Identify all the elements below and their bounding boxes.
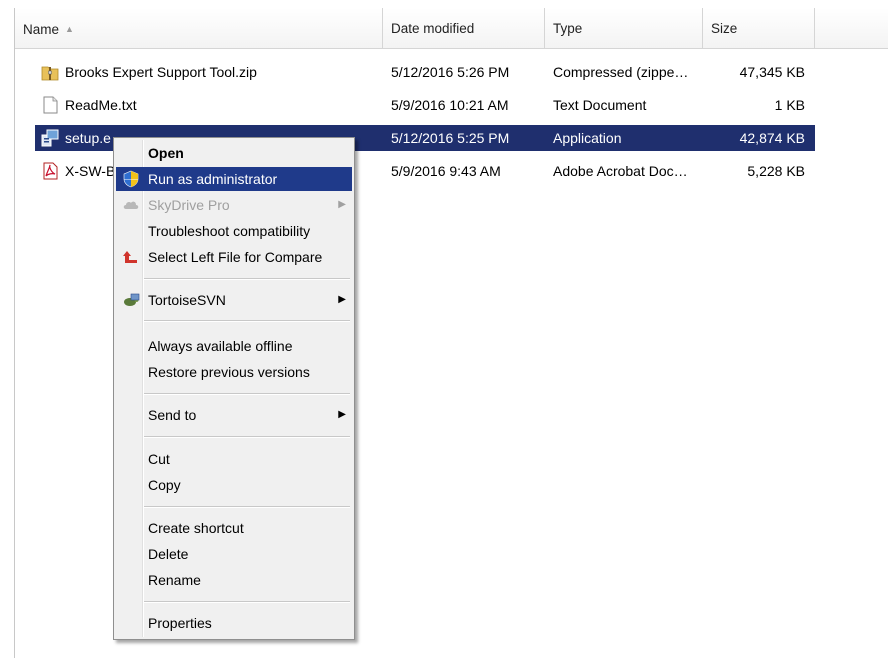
column-header-date[interactable]: Date modified bbox=[383, 8, 545, 48]
menu-item-properties[interactable]: Properties bbox=[116, 611, 352, 635]
context-menu: Open Run as administrator SkyDrive Pro ▶… bbox=[113, 137, 355, 640]
menu-item-troubleshoot-label: Troubleshoot compatibility bbox=[148, 223, 311, 239]
file-name: setup.e bbox=[65, 130, 111, 146]
menu-item-always-available-offline[interactable]: Always available offline bbox=[116, 334, 352, 358]
submenu-arrow-icon: ▶ bbox=[338, 199, 346, 210]
menu-item-cut-label: Cut bbox=[148, 451, 170, 467]
file-name: ReadMe.txt bbox=[65, 97, 137, 113]
file-type: Compressed (zippe… bbox=[553, 64, 689, 80]
menu-separator bbox=[144, 601, 350, 603]
menu-separator bbox=[144, 436, 350, 438]
menu-item-send-to-label: Send to bbox=[148, 407, 197, 423]
compare-arrow-icon bbox=[123, 251, 137, 263]
menu-item-send-to[interactable]: Send to ▶ bbox=[116, 403, 352, 427]
pdf-file-icon bbox=[43, 162, 58, 180]
file-name: Brooks Expert Support Tool.zip bbox=[65, 64, 257, 80]
file-size: 47,345 KB bbox=[739, 64, 805, 80]
file-type: Text Document bbox=[553, 97, 647, 113]
file-date: 5/9/2016 10:21 AM bbox=[391, 97, 509, 113]
file-size: 5,228 KB bbox=[747, 163, 805, 179]
zip-folder-icon bbox=[41, 66, 59, 81]
file-size: 1 KB bbox=[774, 97, 805, 113]
menu-item-copy-label: Copy bbox=[148, 477, 181, 493]
sort-ascending-icon: ▲ bbox=[65, 24, 74, 34]
menu-item-restore-label: Restore previous versions bbox=[148, 364, 310, 380]
column-header-date-label: Date modified bbox=[391, 21, 475, 36]
menu-item-select-left-file[interactable]: Select Left File for Compare bbox=[116, 245, 352, 269]
tortoisesvn-icon bbox=[124, 293, 140, 306]
menu-item-tortoisesvn[interactable]: TortoiseSVN ▶ bbox=[116, 288, 352, 312]
menu-separator bbox=[144, 393, 350, 395]
file-row[interactable]: Brooks Expert Support Tool.zip 5/12/2016… bbox=[35, 59, 815, 85]
menu-item-open[interactable]: Open bbox=[116, 141, 352, 165]
menu-item-tortoisesvn-label: TortoiseSVN bbox=[148, 292, 226, 308]
menu-item-troubleshoot-compatibility[interactable]: Troubleshoot compatibility bbox=[116, 219, 352, 243]
menu-item-cut[interactable]: Cut bbox=[116, 447, 352, 471]
column-header-empty bbox=[815, 8, 888, 48]
setup-app-icon bbox=[41, 129, 59, 147]
column-header-size[interactable]: Size bbox=[703, 8, 815, 48]
menu-item-skydrive-pro: SkyDrive Pro ▶ bbox=[116, 193, 352, 217]
file-row[interactable]: ReadMe.txt 5/9/2016 10:21 AM Text Docume… bbox=[35, 92, 815, 118]
file-size: 42,874 KB bbox=[739, 130, 805, 146]
submenu-arrow-icon: ▶ bbox=[338, 294, 346, 305]
menu-item-create-shortcut-label: Create shortcut bbox=[148, 520, 244, 536]
menu-separator bbox=[144, 278, 350, 280]
menu-item-open-label: Open bbox=[148, 145, 184, 161]
menu-item-create-shortcut[interactable]: Create shortcut bbox=[116, 516, 352, 540]
menu-item-rename-label: Rename bbox=[148, 572, 201, 588]
uac-shield-icon bbox=[123, 170, 139, 188]
submenu-arrow-icon: ▶ bbox=[338, 409, 346, 420]
text-file-icon bbox=[43, 96, 58, 114]
cloud-icon bbox=[123, 201, 139, 209]
column-header-type[interactable]: Type bbox=[545, 8, 703, 48]
menu-separator bbox=[144, 506, 350, 508]
column-header-type-label: Type bbox=[553, 21, 583, 36]
file-type: Application bbox=[553, 130, 622, 146]
column-header-name[interactable]: Name ▲ bbox=[15, 8, 383, 48]
file-date: 5/12/2016 5:26 PM bbox=[391, 64, 510, 80]
file-type: Adobe Acrobat Doc… bbox=[553, 163, 688, 179]
file-name: X-SW-Bl bbox=[65, 163, 119, 179]
menu-item-restore-previous-versions[interactable]: Restore previous versions bbox=[116, 360, 352, 384]
menu-item-skydrive-pro-label: SkyDrive Pro bbox=[148, 197, 230, 213]
menu-separator bbox=[144, 320, 350, 322]
file-date: 5/12/2016 5:25 PM bbox=[391, 130, 510, 146]
menu-item-copy[interactable]: Copy bbox=[116, 473, 352, 497]
menu-item-select-left-file-label: Select Left File for Compare bbox=[148, 249, 323, 265]
column-header-bar: Name ▲ Date modified Type Size bbox=[15, 8, 888, 49]
menu-item-properties-label: Properties bbox=[148, 615, 212, 631]
menu-item-rename[interactable]: Rename bbox=[116, 568, 352, 592]
menu-item-delete[interactable]: Delete bbox=[116, 542, 352, 566]
menu-item-run-as-administrator-label: Run as administrator bbox=[148, 171, 278, 187]
menu-item-run-as-administrator[interactable]: Run as administrator bbox=[116, 167, 352, 191]
column-header-size-label: Size bbox=[711, 21, 738, 36]
menu-item-offline-label: Always available offline bbox=[148, 338, 293, 354]
file-date: 5/9/2016 9:43 AM bbox=[391, 163, 501, 179]
column-header-name-label: Name bbox=[23, 22, 60, 37]
menu-item-delete-label: Delete bbox=[148, 546, 189, 562]
